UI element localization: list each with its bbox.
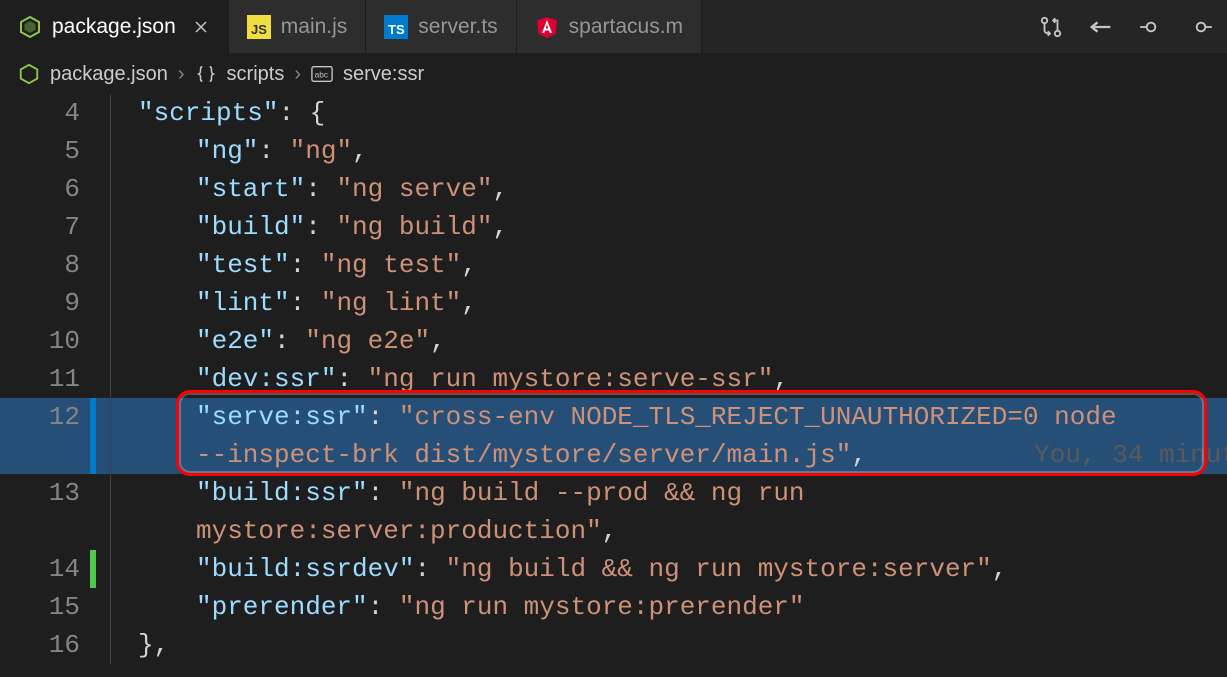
code-area[interactable]: 4 "scripts": { 5 "ng": "ng", 6 "start": …	[0, 94, 1227, 664]
line-number: 4	[0, 98, 80, 128]
gutter-modified-bar	[90, 436, 96, 474]
tab-spartacus[interactable]: spartacus.m	[517, 0, 702, 53]
breadcrumb-key[interactable]: serve:ssr	[343, 63, 424, 86]
js-icon: JS	[247, 15, 271, 39]
breadcrumb-file[interactable]: package.json	[50, 63, 168, 86]
tab-package-json[interactable]: package.json	[0, 0, 229, 53]
chevron-right-icon: ›	[294, 63, 301, 86]
tab-label: package.json	[52, 15, 176, 39]
svg-text:JS: JS	[251, 22, 267, 37]
line-number: 7	[0, 212, 80, 242]
breadcrumb-section[interactable]: scripts	[227, 63, 285, 86]
line-number: 16	[0, 630, 80, 660]
abc-icon: abc	[311, 63, 333, 85]
line-number: 13	[0, 478, 80, 508]
tab-label: main.js	[281, 15, 348, 39]
undo-icon[interactable]	[1087, 13, 1115, 41]
svg-text:abc: abc	[315, 71, 328, 80]
chevron-right-icon: ›	[178, 63, 185, 86]
line-number: 11	[0, 364, 80, 394]
git-blame-annotation: You, 34 minut	[1034, 440, 1227, 470]
tab-label: spartacus.m	[569, 15, 683, 39]
ts-icon: TS	[384, 15, 408, 39]
nodejs-icon	[18, 15, 42, 39]
gutter-added-bar	[90, 550, 96, 588]
tab-server-ts[interactable]: TS server.ts	[366, 0, 516, 53]
tab-actions	[1025, 0, 1227, 53]
line-number: 10	[0, 326, 80, 356]
breadcrumb: package.json › scripts › abc serve:ssr	[0, 54, 1227, 94]
braces-icon	[195, 63, 217, 85]
tab-main-js[interactable]: JS main.js	[229, 0, 367, 53]
git-compare-icon[interactable]	[1037, 13, 1065, 41]
line-number: 8	[0, 250, 80, 280]
line-number: 5	[0, 136, 80, 166]
line-number: 9	[0, 288, 80, 318]
nodejs-icon	[18, 63, 40, 85]
angular-icon	[535, 15, 559, 39]
line-number: 6	[0, 174, 80, 204]
close-icon[interactable]	[192, 18, 210, 36]
line-number: 15	[0, 592, 80, 622]
tab-label: server.ts	[418, 15, 497, 39]
line-number: 12	[0, 402, 80, 432]
tab-bar: package.json JS main.js TS server.ts	[0, 0, 1227, 54]
svg-text:TS: TS	[388, 22, 405, 37]
prev-change-icon[interactable]	[1137, 13, 1165, 41]
editor[interactable]: 4 "scripts": { 5 "ng": "ng", 6 "start": …	[0, 94, 1227, 677]
gutter-modified-bar	[90, 398, 96, 436]
line-number: 14	[0, 554, 80, 584]
next-change-icon[interactable]	[1187, 13, 1215, 41]
